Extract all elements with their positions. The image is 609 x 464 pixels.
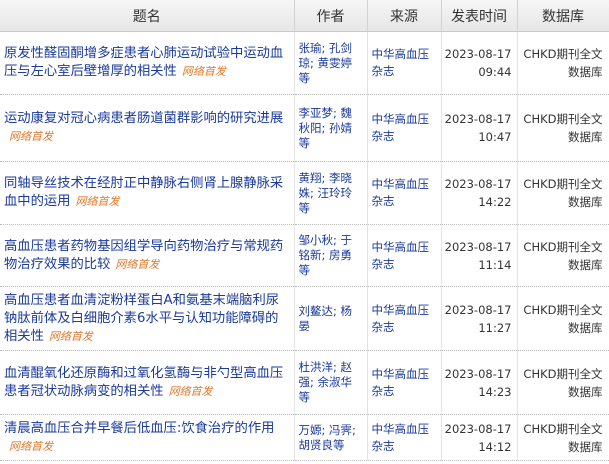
article-title-link[interactable]: 运动康复对冠心病患者肠道菌群影响的研究进展 [4, 111, 283, 126]
publish-time: 14:12 [478, 439, 512, 454]
table-row: 原发性醛固酮增多症患者心肺运动试验中运动血压与左心室后壁增厚的相关性 网络首发 张… [0, 31, 609, 95]
title-cell: 同轴导丝技术在经肘正中静脉右侧肾上腺静脉采血中的运用 网络首发 [0, 161, 295, 225]
publish-date: 2023-08-17 [444, 239, 512, 254]
source-link[interactable]: 中华高血压杂志 [367, 161, 442, 225]
database-cell: CHKD期刊全文数据库 [517, 350, 609, 415]
publish-date: 2023-08-17 [444, 421, 512, 436]
database-cell: CHKD期刊全文数据库 [517, 94, 609, 162]
publish-time: 14:23 [478, 384, 512, 399]
publish-time: 14:22 [478, 195, 512, 209]
source-link[interactable]: 中华高血压杂志 [367, 31, 442, 95]
table-row: 同轴导丝技术在经肘正中静脉右侧肾上腺静脉采血中的运用 网络首发 黄翔; 李晓姝; … [0, 161, 609, 225]
title-cell: 原发性醛固酮增多症患者心肺运动试验中运动血压与左心室后壁增厚的相关性 网络首发 [0, 31, 295, 95]
publish-date: 2023-08-17 [444, 112, 512, 126]
table-row: 高血压患者血清淀粉样蛋白A和氨基末端脑利尿钠肽前体及白细胞介素6水平与认知功能障… [0, 286, 609, 351]
article-title-link[interactable]: 血清醌氧化还原酶和过氧化氢酶与非勺型高血压患者冠状动脉病变的相关性 [4, 366, 283, 399]
author-cell[interactable]: 万嫄; 冯霁; 胡贤良等 [294, 414, 368, 461]
publish-time: 10:47 [478, 130, 512, 144]
author-cell[interactable]: 黄翔; 李晓姝; 汪玲玲等 [294, 161, 368, 225]
author-cell[interactable]: 刘鳌达; 杨晏 [294, 286, 368, 351]
publish-date: 2023-08-17 [444, 366, 512, 381]
title-cell: 清晨高血压合并早餐后低血压:饮食治疗的作用网络首发 [0, 414, 295, 461]
date-cell: 2023-08-17 14:12 [441, 414, 518, 461]
table-header-row: 题名 作者 来源 发表时间 数据库 [0, 0, 609, 32]
date-cell: 2023-08-17 11:14 [441, 224, 518, 287]
header-database[interactable]: 数据库 [517, 0, 609, 32]
table-row: 运动康复对冠心病患者肠道菌群影响的研究进展网络首发 李亚梦; 魏秋阳; 孙婧等 … [0, 94, 609, 162]
database-cell: CHKD期刊全文数据库 [517, 286, 609, 351]
title-cell: 高血压患者血清淀粉样蛋白A和氨基末端脑利尿钠肽前体及白细胞介素6水平与认知功能障… [0, 286, 295, 351]
source-link[interactable]: 中华高血压杂志 [367, 224, 442, 287]
source-link[interactable]: 中华高血压杂志 [367, 350, 442, 415]
results-table: 题名 作者 来源 发表时间 数据库 原发性醛固酮增多症患者心肺运动试验中运动血压… [0, 0, 609, 461]
source-link[interactable]: 中华高血压杂志 [367, 94, 442, 162]
online-first-badge: 网络首发 [181, 65, 226, 78]
date-cell: 2023-08-17 09:44 [441, 31, 518, 95]
online-first-badge: 网络首发 [48, 329, 93, 343]
author-cell[interactable]: 张瑜; 孔剑琼; 黄雯婷等 [294, 31, 368, 95]
publish-time: 11:14 [478, 257, 512, 272]
database-cell: CHKD期刊全文数据库 [517, 161, 609, 225]
publish-time: 11:27 [478, 320, 512, 335]
online-first-badge: 网络首发 [168, 384, 213, 398]
publish-date: 2023-08-17 [444, 47, 512, 61]
article-title-link[interactable]: 高血压患者血清淀粉样蛋白A和氨基末端脑利尿钠肽前体及白细胞介素6水平与认知功能障… [4, 293, 279, 344]
table-row: 高血压患者药物基因组学导向药物治疗与常规药物治疗效果的比较 网络首发 邹小秋; 于… [0, 224, 609, 287]
author-cell[interactable]: 邹小秋; 于铭新; 房勇等 [294, 224, 368, 287]
author-cell[interactable]: 杜洪洋; 赵强; 余淑华等 [294, 350, 368, 415]
title-cell: 高血压患者药物基因组学导向药物治疗与常规药物治疗效果的比较 网络首发 [0, 224, 295, 287]
online-first-badge: 网络首发 [75, 195, 120, 208]
publish-time: 09:44 [478, 65, 512, 79]
source-link[interactable]: 中华高血压杂志 [367, 286, 442, 351]
date-cell: 2023-08-17 14:23 [441, 350, 518, 415]
article-title-link[interactable]: 同轴导丝技术在经肘正中静脉右侧肾上腺静脉采血中的运用 [4, 176, 283, 209]
publish-date: 2023-08-17 [444, 302, 512, 317]
database-cell: CHKD期刊全文数据库 [517, 414, 609, 461]
title-cell: 运动康复对冠心病患者肠道菌群影响的研究进展网络首发 [0, 94, 295, 162]
online-first-badge: 网络首发 [9, 130, 53, 143]
publish-date: 2023-08-17 [444, 177, 512, 191]
source-link[interactable]: 中华高血压杂志 [367, 414, 442, 461]
database-cell: CHKD期刊全文数据库 [517, 224, 609, 287]
date-cell: 2023-08-17 11:27 [441, 286, 518, 351]
header-source[interactable]: 来源 [367, 0, 442, 32]
author-cell[interactable]: 李亚梦; 魏秋阳; 孙婧等 [294, 94, 368, 162]
table-row: 血清醌氧化还原酶和过氧化氢酶与非勺型高血压患者冠状动脉病变的相关性 网络首发 杜洪… [0, 350, 609, 415]
header-author[interactable]: 作者 [294, 0, 368, 32]
database-cell: CHKD期刊全文数据库 [517, 31, 609, 95]
header-title[interactable]: 题名 [0, 0, 295, 32]
date-cell: 2023-08-17 14:22 [441, 161, 518, 225]
online-first-badge: 网络首发 [9, 439, 53, 453]
date-cell: 2023-08-17 10:47 [441, 94, 518, 162]
table-row: 清晨高血压合并早餐后低血压:饮食治疗的作用网络首发 万嫄; 冯霁; 胡贤良等 中… [0, 414, 609, 461]
online-first-badge: 网络首发 [115, 257, 160, 271]
article-title-link[interactable]: 清晨高血压合并早餐后低血压:饮食治疗的作用 [4, 421, 274, 436]
header-date[interactable]: 发表时间 [441, 0, 518, 32]
article-title-link[interactable]: 原发性醛固酮增多症患者心肺运动试验中运动血压与左心室后壁增厚的相关性 [4, 46, 283, 79]
title-cell: 血清醌氧化还原酶和过氧化氢酶与非勺型高血压患者冠状动脉病变的相关性 网络首发 [0, 350, 295, 415]
